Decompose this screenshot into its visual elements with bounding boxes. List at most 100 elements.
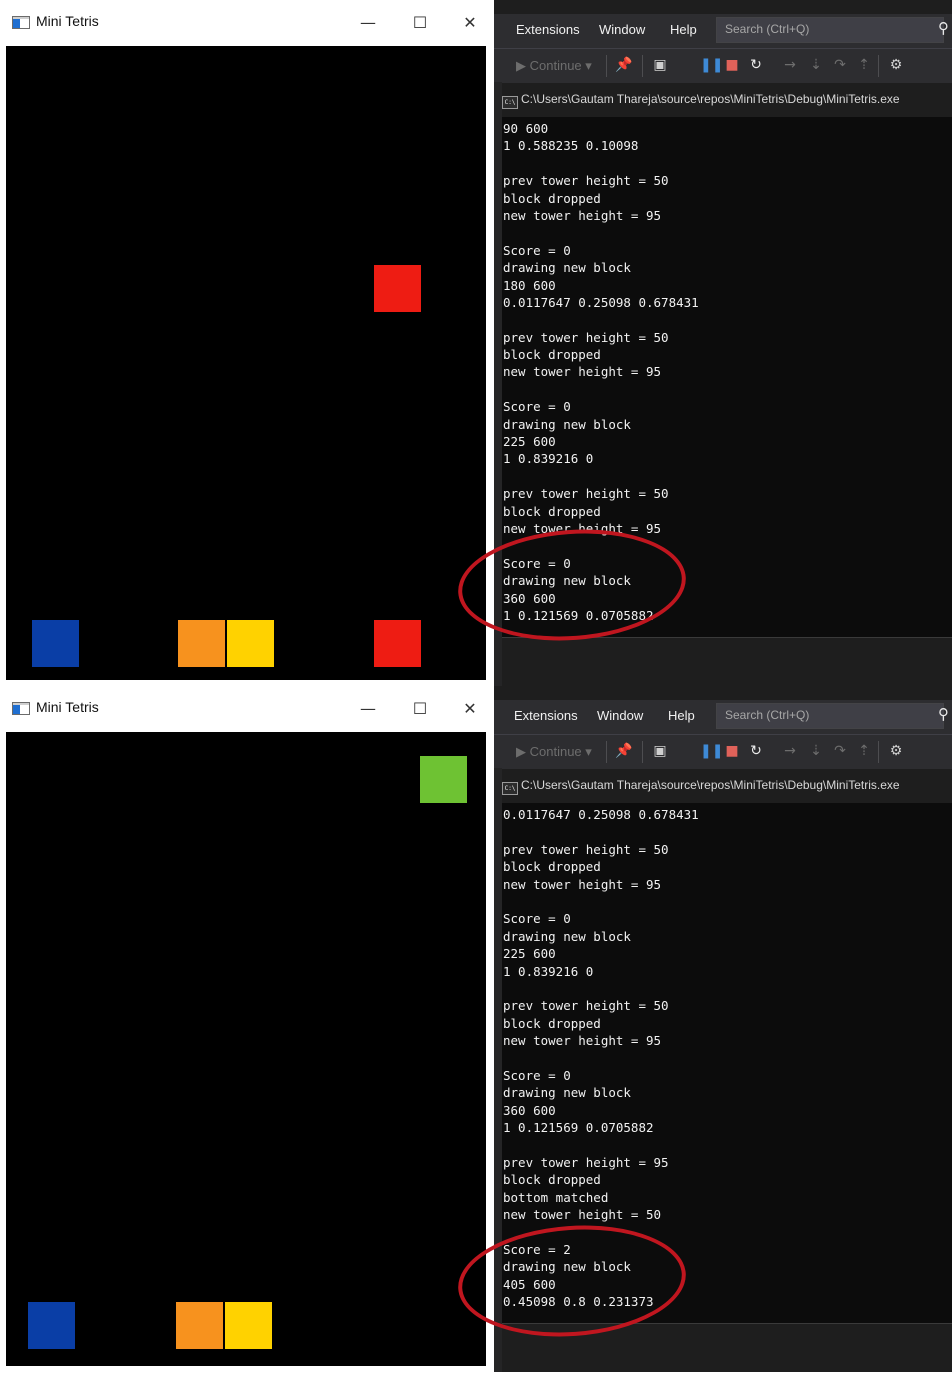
hot-reload-icon[interactable]: ⚙: [886, 741, 906, 761]
minimize-button[interactable]: —: [348, 694, 388, 724]
console-icon: C:\: [502, 96, 518, 109]
close-button[interactable]: ✕: [450, 8, 490, 38]
console-line: prev tower height = 50: [503, 841, 669, 857]
toolbar-separator: [606, 55, 607, 77]
falling-block-red: [374, 265, 421, 312]
maximize-button[interactable]: ☐: [400, 8, 440, 38]
console-line: 1 0.839216 0: [503, 963, 594, 979]
console-line: block dropped: [503, 347, 601, 363]
console-line: new tower height = 95: [503, 364, 662, 380]
console-line: 360 600: [503, 1102, 556, 1118]
console-window-title: C:\ C:\Users\Gautam Thareja\source\repos\…: [502, 92, 952, 112]
console-line: new tower height = 95: [503, 207, 662, 223]
console-line: prev tower height = 50: [503, 173, 669, 189]
console-line: new tower height = 50: [503, 1206, 662, 1222]
restart-icon[interactable]: ↻: [746, 741, 766, 761]
menu-help[interactable]: Help: [670, 22, 697, 37]
pause-icon[interactable]: ❚❚: [700, 55, 723, 75]
step-over-icon[interactable]: ↷: [830, 741, 850, 761]
continue-button[interactable]: ▶ Continue ▾: [516, 744, 592, 760]
console-line: 180 600: [503, 277, 556, 293]
screenshot-icon[interactable]: ▣: [650, 55, 670, 75]
console-line: block dropped: [503, 859, 601, 875]
close-button[interactable]: ✕: [450, 694, 490, 724]
step-out-icon[interactable]: ⇡: [854, 741, 874, 761]
console-path: C:\Users\Gautam Thareja\source\repos\Min…: [521, 92, 900, 106]
screenshot-panel-1: Mini Tetris — ☐ ✕ Extensions Window Help…: [0, 0, 952, 686]
pause-icon[interactable]: ❚❚: [700, 741, 723, 761]
app-window-icon: [12, 702, 30, 715]
show-next-statement-icon[interactable]: →: [780, 55, 800, 75]
search-box[interactable]: Search (Ctrl+Q) ⚲: [716, 703, 949, 729]
menu-help[interactable]: Help: [668, 708, 695, 723]
search-icon[interactable]: ⚲: [938, 19, 949, 37]
tower-block-yellow: [225, 1302, 272, 1349]
screenshot-panel-2: Mini Tetris — ☐ ✕ Extensions Window Help…: [0, 686, 952, 1372]
step-over-icon[interactable]: ↷: [830, 55, 850, 75]
minimize-button[interactable]: —: [348, 8, 388, 38]
toolbar-separator: [878, 741, 879, 763]
game-canvas[interactable]: [6, 46, 486, 680]
toolbar-separator: [642, 55, 643, 77]
continue-button[interactable]: ▶ Continue ▾: [516, 58, 592, 74]
toolbar-separator: [642, 741, 643, 763]
console-line: prev tower height = 95: [503, 1154, 669, 1170]
console-line: drawing new block: [503, 928, 631, 944]
console-line: 0.0117647 0.25098 0.678431: [503, 294, 699, 310]
search-icon[interactable]: ⚲: [938, 705, 949, 723]
screenshot-icon[interactable]: ▣: [650, 741, 670, 761]
console-line: prev tower height = 50: [503, 998, 669, 1014]
console-path: C:\Users\Gautam Thareja\source\repos\Min…: [521, 778, 900, 792]
search-box[interactable]: Search (Ctrl+Q) ⚲: [716, 17, 949, 43]
tower-block-yellow: [227, 620, 274, 667]
menu-bar: Extensions Window Help Search (Ctrl+Q) ⚲: [494, 700, 952, 734]
console-line: prev tower height = 50: [503, 486, 669, 502]
console-line: bottom matched: [503, 1189, 609, 1205]
window-title: Mini Tetris: [36, 699, 99, 715]
stop-icon[interactable]: ■: [722, 55, 742, 75]
stop-icon[interactable]: ■: [722, 741, 742, 761]
menu-window[interactable]: Window: [597, 708, 643, 723]
debug-toolbar: ▶ Continue ▾ 📌 ▣ ❚❚ ■ ↻ → ⇣ ↷ ⇡ ⚙: [494, 734, 952, 769]
menu-extensions[interactable]: Extensions: [516, 22, 580, 37]
toolbar-separator: [606, 741, 607, 763]
ide-bottom-area: [502, 637, 952, 686]
maximize-button[interactable]: ☐: [400, 694, 440, 724]
pin-icon[interactable]: 📌: [614, 55, 634, 75]
search-placeholder: Search (Ctrl+Q): [725, 22, 810, 36]
title-bar[interactable]: Mini Tetris — ☐ ✕: [0, 686, 492, 732]
menu-window[interactable]: Window: [599, 22, 645, 37]
console-line: 225 600: [503, 946, 556, 962]
search-placeholder: Search (Ctrl+Q): [725, 708, 810, 722]
step-into-icon[interactable]: ⇣: [806, 741, 826, 761]
game-canvas[interactable]: [6, 732, 486, 1366]
pin-icon[interactable]: 📌: [614, 741, 634, 761]
console-line: 1 0.839216 0: [503, 451, 594, 467]
restart-icon[interactable]: ↻: [746, 55, 766, 75]
title-bar[interactable]: Mini Tetris — ☐ ✕: [0, 0, 492, 46]
console-line: drawing new block: [503, 260, 631, 276]
mini-tetris-window: Mini Tetris — ☐ ✕: [0, 0, 492, 686]
tower-block-blue: [32, 620, 79, 667]
step-into-icon[interactable]: ⇣: [806, 55, 826, 75]
menu-extensions[interactable]: Extensions: [514, 708, 578, 723]
console-line: drawing new block: [503, 1085, 631, 1101]
console-line: Score = 0: [503, 242, 571, 258]
debug-toolbar: ▶ Continue ▾ 📌 ▣ ❚❚ ■ ↻ → ⇣ ↷ ⇡ ⚙: [494, 48, 952, 83]
console-line: new tower height = 95: [503, 876, 662, 892]
console-line: drawing new block: [503, 416, 631, 432]
tower-block-orange: [178, 620, 225, 667]
mini-tetris-window: Mini Tetris — ☐ ✕: [0, 686, 492, 1372]
show-next-statement-icon[interactable]: →: [780, 741, 800, 761]
console-line: 225 600: [503, 434, 556, 450]
hot-reload-icon[interactable]: ⚙: [886, 55, 906, 75]
step-out-icon[interactable]: ⇡: [854, 55, 874, 75]
